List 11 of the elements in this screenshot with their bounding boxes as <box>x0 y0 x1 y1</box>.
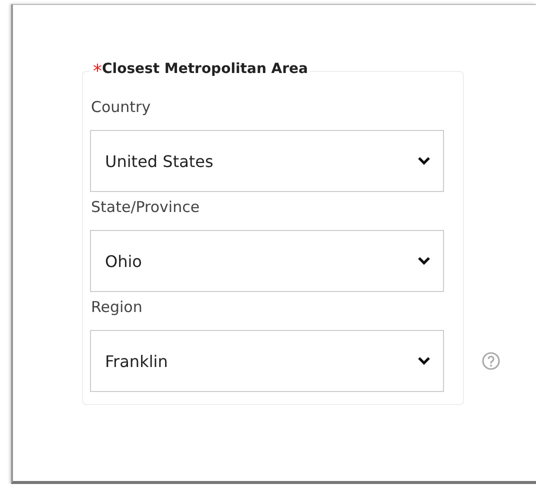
field-label: Country <box>91 98 152 116</box>
dropdown-select[interactable]: Ohio <box>90 230 444 292</box>
chevron-down-icon <box>417 356 431 366</box>
chevron-down-icon <box>417 156 431 166</box>
required-mark: * <box>93 61 102 82</box>
field-label: Region <box>91 298 144 316</box>
field-label: State/Province <box>91 198 201 216</box>
chevron-down-icon <box>417 256 431 266</box>
help-icon[interactable] <box>482 352 500 370</box>
dropdown-select[interactable]: United States <box>90 130 444 192</box>
dropdown-select[interactable]: Franklin <box>90 330 444 392</box>
